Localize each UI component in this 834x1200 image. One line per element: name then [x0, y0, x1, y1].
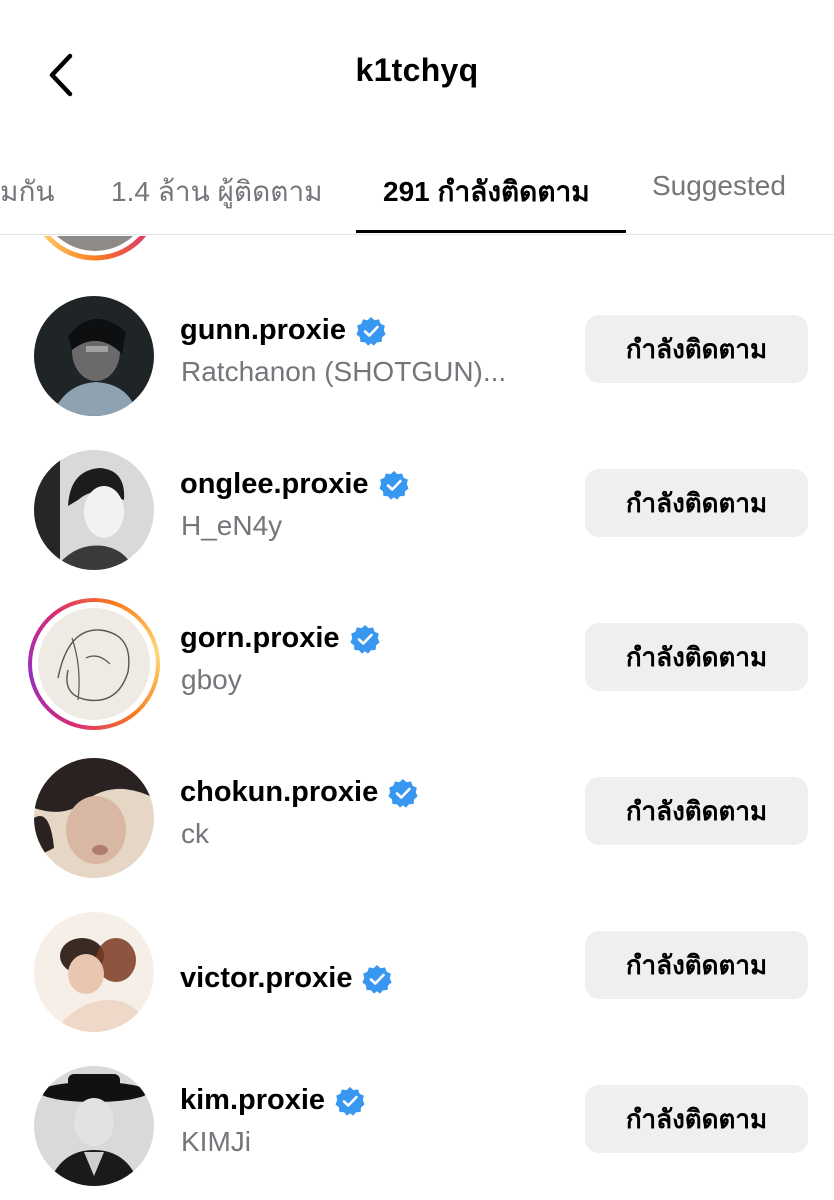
username-line[interactable]: onglee.proxie [180, 468, 409, 501]
avatar[interactable] [28, 1060, 160, 1192]
active-tab-indicator [356, 230, 626, 233]
full-name: Ratchanon (SHOTGUN)... [181, 356, 507, 387]
avatar[interactable] [28, 752, 160, 884]
username[interactable]: onglee.proxie [180, 468, 369, 501]
following-button[interactable]: กำลังติดตาม [585, 315, 808, 383]
verified-badge-icon [378, 470, 409, 500]
avatar[interactable] [28, 906, 160, 1038]
verified-badge-icon [349, 624, 380, 654]
page-title: k1tchyq [355, 52, 479, 88]
list-item[interactable]: gorn.proxie gboy กำลังติดตาม [0, 598, 834, 752]
full-name: gboy [181, 664, 242, 695]
tab-mutual[interactable]: มกัน [0, 170, 55, 214]
following-button[interactable]: กำลังติดตาม [585, 623, 808, 691]
username-line[interactable]: gunn.proxie [180, 314, 386, 347]
list-item[interactable]: gunn.proxie Ratchanon (SHOTGUN)... กำลัง… [0, 290, 834, 444]
username-line[interactable]: chokun.proxie [180, 776, 418, 809]
verified-badge-icon [362, 964, 393, 994]
verified-badge-icon [388, 778, 418, 808]
list-item[interactable]: kim.proxie KIMJi กำลังติดตาม [0, 1060, 834, 1200]
avatar[interactable] [28, 290, 160, 422]
list-item[interactable]: chokun.proxie ck กำลังติดตาม [0, 752, 834, 906]
username[interactable]: gunn.proxie [180, 314, 346, 347]
tab-following[interactable]: 291 กำลังติดตาม [383, 170, 590, 214]
tab-followers[interactable]: 1.4 ล้าน ผู้ติดตาม [111, 170, 323, 214]
following-button[interactable]: กำลังติดตาม [585, 1085, 808, 1153]
following-screen: k1tchyq มกัน 1.4 ล้าน ผู้ติดตาม 291 กำลั… [0, 0, 834, 1200]
list-item[interactable]: victor.proxie กำลังติดตาม [0, 906, 834, 1060]
username[interactable]: kim.proxie [180, 1084, 325, 1117]
following-list[interactable]: gunn.proxie Ratchanon (SHOTGUN)... กำลัง… [0, 236, 834, 1200]
username-line[interactable]: victor.proxie [180, 962, 393, 995]
full-name: KIMJi [181, 1126, 251, 1157]
username-line[interactable]: gorn.proxie [180, 622, 380, 655]
following-button[interactable]: กำลังติดตาม [585, 777, 808, 845]
full-name: H_eN4y [181, 510, 283, 541]
following-button[interactable]: กำลังติดตาม [585, 469, 808, 537]
full-name: ck [181, 818, 209, 849]
tab-suggested[interactable]: Suggested [652, 170, 786, 202]
following-button[interactable]: กำลังติดตาม [585, 931, 808, 999]
verified-badge-icon [335, 1086, 365, 1116]
tab-bar: มกัน 1.4 ล้าน ผู้ติดตาม 291 กำลังติดตาม … [0, 150, 834, 235]
username[interactable]: chokun.proxie [180, 776, 378, 809]
header: k1tchyq [0, 0, 834, 140]
username[interactable]: gorn.proxie [180, 622, 340, 655]
avatar[interactable] [35, 236, 155, 266]
username-line[interactable]: kim.proxie [180, 1084, 365, 1117]
list-item[interactable]: onglee.proxie H_eN4y กำลังติดตาม [0, 444, 834, 598]
username[interactable]: victor.proxie [180, 962, 352, 995]
verified-badge-icon [356, 316, 386, 346]
avatar[interactable] [28, 444, 160, 576]
avatar[interactable] [28, 598, 160, 730]
